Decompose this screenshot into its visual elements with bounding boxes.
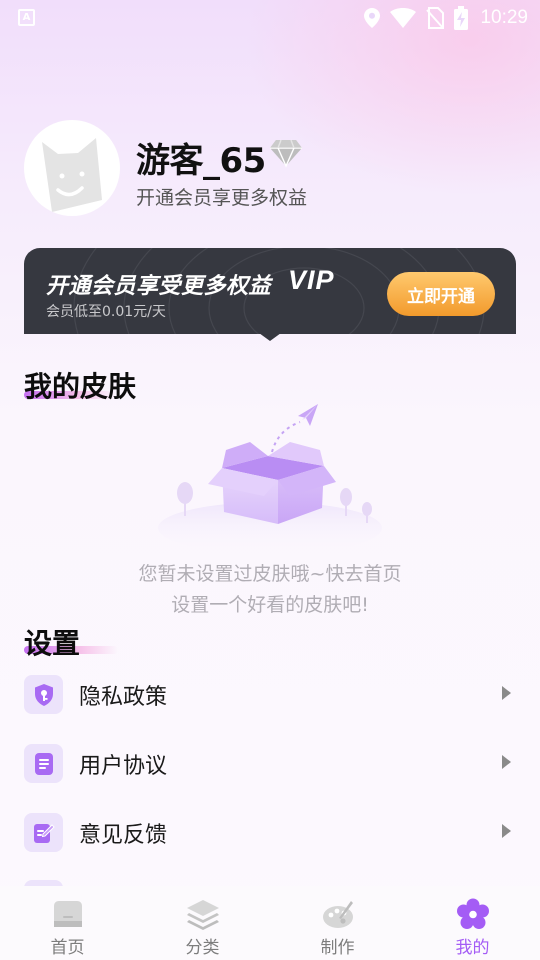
nav-label: 分类 bbox=[185, 938, 220, 958]
status-time: 10:29 bbox=[480, 7, 528, 28]
banner-notch bbox=[259, 333, 281, 341]
chevron-right-icon bbox=[502, 686, 511, 700]
wifi-icon bbox=[390, 8, 417, 28]
chevron-right-icon bbox=[502, 824, 511, 838]
document-icon bbox=[24, 744, 63, 783]
membership-hint[interactable]: 开通会员享更多权益 bbox=[136, 183, 307, 210]
settings-item-label: 用户协议 bbox=[79, 754, 168, 779]
empty-box-illustration bbox=[158, 404, 382, 546]
diamond-icon bbox=[270, 139, 302, 168]
vip-logo-text: VIP bbox=[288, 265, 335, 295]
location-icon bbox=[364, 8, 381, 28]
nav-label: 制作 bbox=[320, 938, 355, 958]
palette-icon bbox=[322, 901, 353, 928]
layers-icon bbox=[186, 900, 219, 930]
vip-title: 开通会员享受更多权益 bbox=[46, 274, 272, 299]
no-sim-icon bbox=[426, 7, 445, 29]
default-avatar-icon bbox=[42, 138, 102, 212]
nav-home[interactable]: 首页 bbox=[0, 886, 135, 960]
status-bar: A 10:29 bbox=[0, 0, 540, 36]
nav-category[interactable]: 分类 bbox=[135, 886, 270, 960]
empty-skins-text-line2: 设置一个好看的皮肤吧! bbox=[171, 594, 369, 616]
bottom-nav: 首页 分类 制作 我的 bbox=[0, 886, 540, 960]
home-icon bbox=[53, 901, 82, 927]
vip-banner[interactable]: 开通会员享受更多权益 VIP 会员低至0.01元/天 立即开通 bbox=[24, 248, 516, 334]
nav-label: 我的 bbox=[455, 938, 490, 958]
vip-price-hint: 会员低至0.01元/天 bbox=[46, 304, 166, 320]
nav-label: 首页 bbox=[50, 938, 85, 958]
settings-item-label: 意见反馈 bbox=[79, 823, 168, 848]
nav-create[interactable]: 制作 bbox=[270, 886, 405, 960]
settings-item-label: 隐私政策 bbox=[79, 685, 168, 710]
flower-icon bbox=[456, 898, 489, 929]
settings-item-privacy[interactable]: 隐私政策 bbox=[24, 666, 516, 722]
username: 游客_65 bbox=[136, 141, 266, 181]
battery-charging-icon bbox=[454, 6, 469, 30]
app-notification-icon: A bbox=[18, 9, 35, 26]
empty-skins-text-line1: 您暂未设置过皮肤哦~快去首页 bbox=[138, 563, 402, 585]
open-vip-button[interactable]: 立即开通 bbox=[387, 272, 495, 316]
shield-key-icon bbox=[24, 675, 63, 714]
settings-item-feedback[interactable]: 意见反馈 bbox=[24, 804, 516, 860]
avatar[interactable] bbox=[24, 120, 120, 216]
settings-item-user-agreement[interactable]: 用户协议 bbox=[24, 735, 516, 791]
edit-icon bbox=[24, 813, 63, 852]
skins-section-title: 我的皮肤 bbox=[24, 370, 137, 403]
settings-section-title: 设置 bbox=[24, 627, 81, 660]
chevron-right-icon bbox=[502, 755, 511, 769]
status-icons: 10:29 bbox=[364, 5, 528, 31]
nav-mine[interactable]: 我的 bbox=[405, 886, 540, 960]
